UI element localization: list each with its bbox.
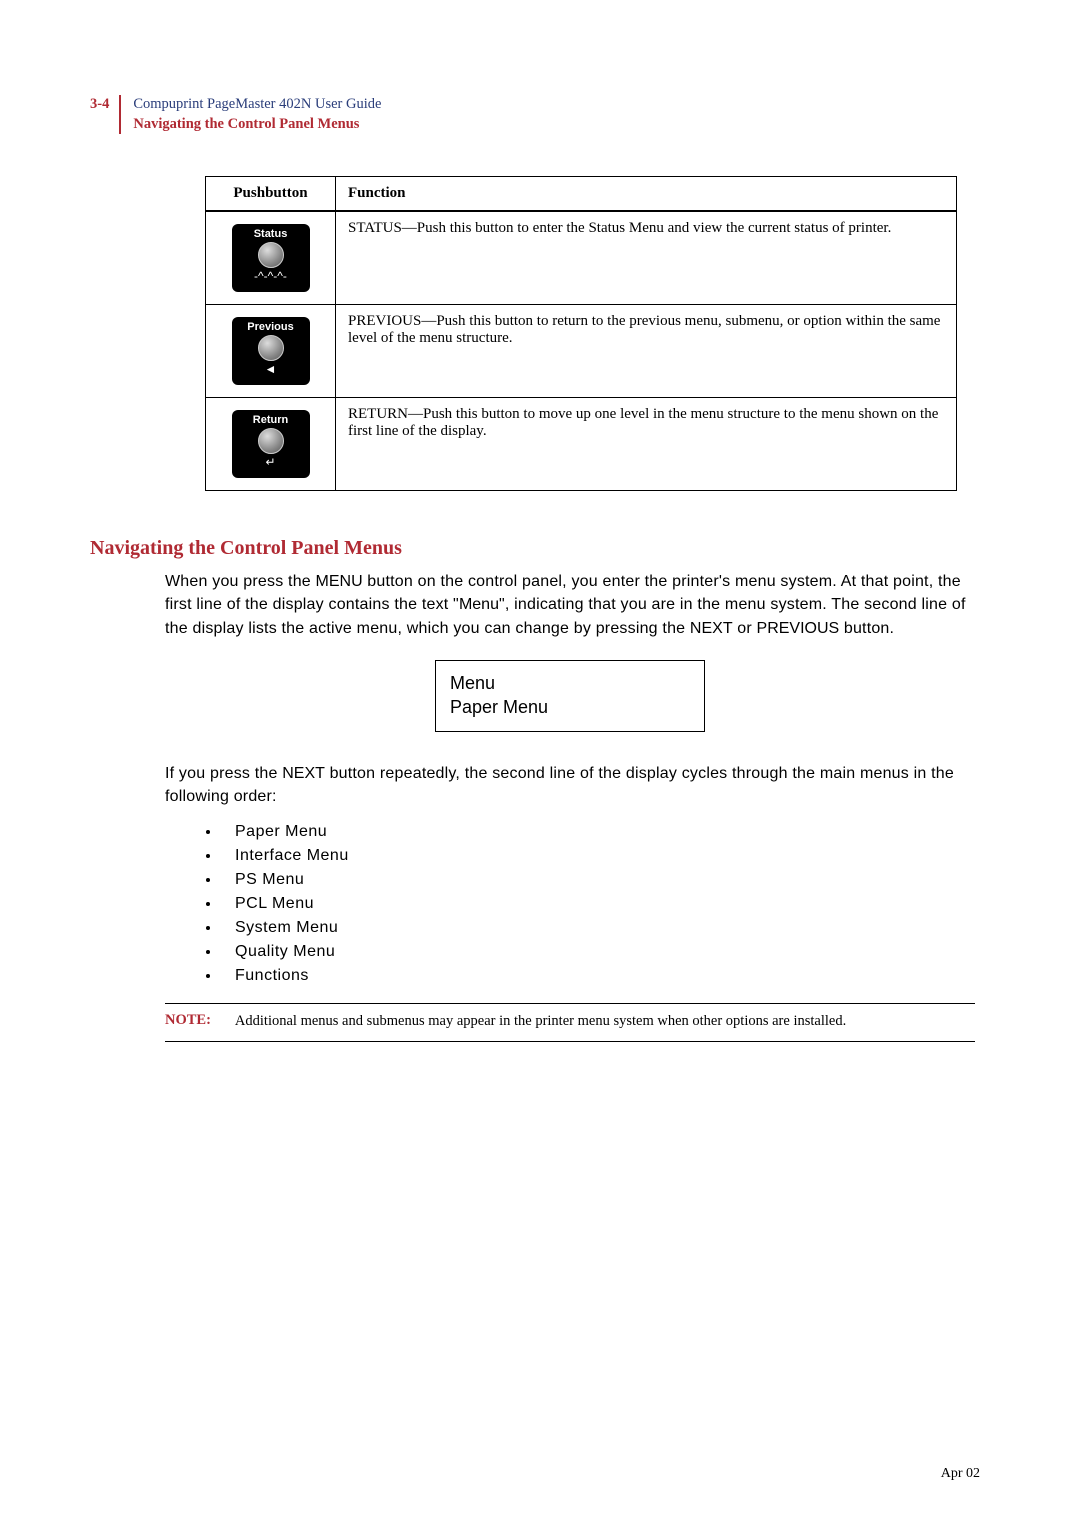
- running-header: 3-4 Compuprint PageMaster 402N User Guid…: [90, 95, 980, 134]
- list-item: Quality Menu: [221, 943, 975, 961]
- list-item: PCL Menu: [221, 895, 975, 913]
- button-circle: [258, 428, 284, 454]
- term-previous: PREVIOUS: [757, 620, 840, 637]
- cell-button: Previous ◄: [206, 305, 336, 398]
- button-label: Return: [253, 414, 288, 426]
- term-menu-word: Menu: [459, 596, 499, 613]
- list-item: Interface Menu: [221, 847, 975, 865]
- text: If you press the: [165, 765, 282, 782]
- lcd-line-2: Paper Menu: [450, 695, 690, 719]
- menu-order-list: Paper Menu Interface Menu PS Menu PCL Me…: [221, 823, 975, 985]
- header-lines: Compuprint PageMaster 402N User Guide Na…: [133, 95, 381, 134]
- note-label: NOTE:: [165, 1012, 211, 1032]
- text: button.: [839, 620, 894, 637]
- button-label: Previous: [247, 321, 293, 333]
- cell-button: Status -^-^-^-: [206, 211, 336, 305]
- section-heading: Navigating the Control Panel Menus: [90, 537, 980, 560]
- button-sub: ↵: [265, 456, 275, 468]
- cell-function: PREVIOUS—Push this button to return to t…: [336, 305, 957, 398]
- term-menu: MENU: [316, 573, 363, 590]
- table-row: Return ↵ RETURN—Push this button to move…: [206, 398, 957, 491]
- lcd-line-1: Menu: [450, 671, 690, 695]
- note-text: Additional menus and submenus may appear…: [235, 1012, 846, 1032]
- table-row: Previous ◄ PREVIOUS—Push this button to …: [206, 305, 957, 398]
- cell-button: Return ↵: [206, 398, 336, 491]
- doc-title: Compuprint PageMaster 402N User Guide: [133, 95, 381, 115]
- paragraph-2: If you press the NEXT button repeatedly,…: [165, 762, 975, 808]
- page: 3-4 Compuprint PageMaster 402N User Guid…: [0, 0, 1080, 1528]
- col-function: Function: [336, 177, 957, 212]
- lcd-display: Menu Paper Menu: [435, 660, 705, 733]
- body-indent: When you press the MENU button on the co…: [165, 570, 975, 1042]
- footer-date: Apr 02: [941, 1466, 980, 1482]
- paragraph-1: When you press the MENU button on the co…: [165, 570, 975, 640]
- button-circle: [258, 335, 284, 361]
- doc-subtitle: Navigating the Control Panel Menus: [133, 115, 381, 135]
- list-item: Functions: [221, 967, 975, 985]
- col-pushbutton: Pushbutton: [206, 177, 336, 212]
- header-rule: [119, 95, 121, 134]
- button-label: Status: [254, 228, 288, 240]
- button-sub: ◄: [265, 363, 277, 375]
- previous-button-icon: Previous ◄: [232, 317, 310, 385]
- button-sub: -^-^-^-: [254, 270, 287, 282]
- return-button-icon: Return ↵: [232, 410, 310, 478]
- text: or: [733, 620, 757, 637]
- list-item: System Menu: [221, 919, 975, 937]
- cell-function: STATUS—Push this button to enter the Sta…: [336, 211, 957, 305]
- pushbutton-table: Pushbutton Function Status -^-^-^- STATU…: [205, 176, 957, 491]
- status-button-icon: Status -^-^-^-: [232, 224, 310, 292]
- page-number: 3-4: [90, 95, 109, 113]
- term-next: NEXT: [690, 620, 733, 637]
- text: When you press the: [165, 573, 316, 590]
- cell-function: RETURN—Push this button to move up one l…: [336, 398, 957, 491]
- note-block: NOTE: Additional menus and submenus may …: [165, 1003, 975, 1043]
- table-row: Status -^-^-^- STATUS—Push this button t…: [206, 211, 957, 305]
- term-next: NEXT: [282, 765, 325, 782]
- button-circle: [258, 242, 284, 268]
- list-item: PS Menu: [221, 871, 975, 889]
- list-item: Paper Menu: [221, 823, 975, 841]
